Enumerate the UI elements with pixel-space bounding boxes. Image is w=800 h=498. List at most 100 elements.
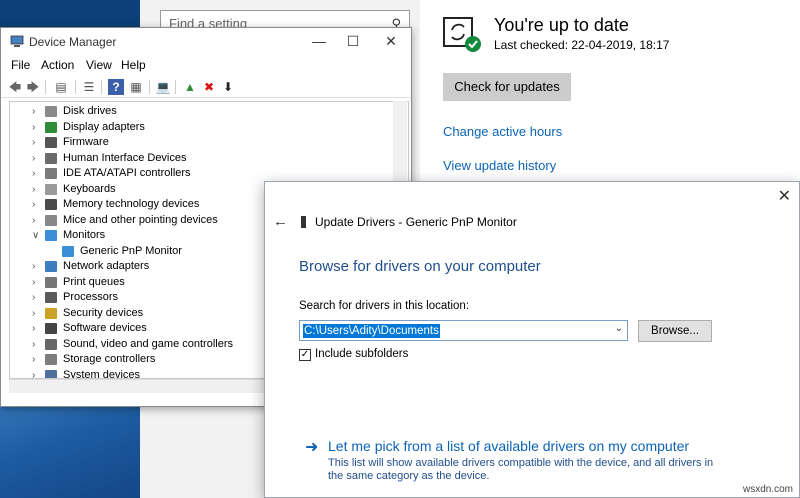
- device-category-icon: [45, 307, 57, 319]
- chevron-right-icon[interactable]: ›: [32, 275, 35, 290]
- dialog-back-icon[interactable]: ←: [273, 213, 288, 230]
- close-button[interactable]: ✕: [373, 28, 409, 56]
- device-category-icon: [62, 245, 74, 257]
- back-icon[interactable]: 🡄: [7, 79, 23, 95]
- chevron-right-icon[interactable]: ›: [32, 166, 35, 181]
- tree-item-label: Memory technology devices: [63, 198, 200, 210]
- pick-from-list-description: This list will show available drivers co…: [328, 457, 714, 482]
- chevron-right-icon[interactable]: ›: [32, 368, 35, 379]
- chevron-down-icon[interactable]: ⌄: [615, 323, 623, 334]
- device-manager-toolbar: 🡄 🡆 ▤ ☰ ? ▦ 💻 ▲ ✖ ⬇: [1, 76, 411, 98]
- toolbar-separator: [101, 80, 102, 94]
- list-view-icon[interactable]: ☰: [81, 79, 97, 95]
- menu-action[interactable]: Action: [41, 58, 74, 72]
- include-subfolders-label[interactable]: Include subfolders: [315, 348, 408, 360]
- device-category-icon: [45, 261, 57, 272]
- chevron-right-icon[interactable]: ›: [32, 321, 35, 336]
- dialog-heading: Browse for drivers on your computer: [299, 258, 541, 275]
- tree-item-label: Generic PnP Monitor: [80, 244, 182, 257]
- watermark-text: wsxdn.com: [742, 484, 793, 495]
- tree-item-label: Sound, video and game controllers: [63, 337, 233, 350]
- search-location-label: Search for drivers in this location:: [299, 300, 470, 312]
- chevron-right-icon[interactable]: ›: [32, 182, 35, 197]
- help-icon[interactable]: ?: [108, 79, 124, 95]
- device-category-icon: [45, 354, 57, 365]
- chevron-right-icon[interactable]: ›: [32, 306, 35, 321]
- browse-button[interactable]: Browse...: [638, 320, 712, 342]
- tree-item-label: Human Interface Devices: [63, 151, 187, 164]
- device-category-icon: [45, 106, 57, 117]
- device-category-icon: [45, 292, 57, 303]
- tree-item-label: Mice and other pointing devices: [63, 213, 218, 226]
- tree-item-label: Monitors: [63, 229, 106, 241]
- device-category-icon: [45, 323, 57, 334]
- arrow-right-icon[interactable]: ➜: [305, 437, 318, 457]
- menu-help[interactable]: Help: [121, 58, 146, 72]
- device-category-icon: [45, 230, 57, 241]
- device-category-icon: [45, 183, 57, 195]
- device-category-icon: [45, 214, 57, 226]
- tree-item-label: Security devices: [63, 306, 144, 319]
- menu-view[interactable]: View: [86, 58, 112, 72]
- tree-item-label: Display adapters: [63, 120, 145, 133]
- toolbar-separator: [75, 80, 76, 94]
- tree-item-label: Software devices: [63, 322, 147, 334]
- chevron-right-icon[interactable]: ›: [32, 290, 35, 305]
- toolbar-separator: [175, 80, 176, 94]
- chevron-right-icon[interactable]: ›: [32, 352, 35, 367]
- chevron-right-icon[interactable]: ›: [32, 151, 35, 166]
- tree-item-label: Keyboards: [63, 182, 116, 195]
- view-update-history-link[interactable]: View update history: [443, 158, 556, 173]
- device-category-icon: [45, 152, 57, 164]
- device-category-icon: [45, 338, 57, 350]
- download-icon[interactable]: ⬇: [220, 79, 236, 95]
- monitor-scan-icon[interactable]: 💻: [155, 79, 171, 95]
- forward-icon[interactable]: 🡆: [25, 79, 41, 95]
- device-manager-icon: [10, 35, 24, 47]
- device-category-icon: [45, 168, 57, 179]
- chevron-right-icon[interactable]: ›: [32, 197, 35, 212]
- check-for-updates-button[interactable]: Check for updates: [443, 73, 571, 101]
- tree-item-label: Print queues: [63, 275, 125, 288]
- device-category-icon: [45, 369, 57, 378]
- dialog-title: Update Drivers - Generic PnP Monitor: [315, 215, 517, 229]
- device-category-icon: [45, 137, 57, 148]
- chevron-down-icon[interactable]: ∨: [32, 228, 39, 243]
- pick-from-list-link[interactable]: Let me pick from a list of available dri…: [328, 438, 689, 454]
- device-icon: [301, 216, 306, 228]
- tree-item-label: Storage controllers: [63, 353, 156, 365]
- device-category-icon: [45, 121, 57, 133]
- tree-item-label: Processors: [63, 291, 119, 303]
- last-checked-text: Last checked: 22-04-2019, 18:17: [494, 38, 670, 52]
- dialog-close-icon[interactable]: ✕: [778, 186, 791, 206]
- driver-path-combobox[interactable]: C:\Users\Adity\Documents ⌄: [299, 320, 628, 341]
- minimize-button[interactable]: —: [301, 28, 337, 56]
- update-drivers-dialog: ✕ ← Update Drivers - Generic PnP Monitor…: [264, 181, 800, 498]
- grid-view-icon[interactable]: ▦: [128, 79, 144, 95]
- chevron-right-icon[interactable]: ›: [32, 104, 35, 119]
- chevron-right-icon[interactable]: ›: [32, 337, 35, 352]
- device-manager-title: Device Manager: [29, 35, 117, 49]
- tree-item-label: System devices: [63, 368, 141, 379]
- update-driver-icon[interactable]: ▲: [182, 79, 198, 95]
- menu-file[interactable]: File: [11, 58, 30, 72]
- chevron-right-icon[interactable]: ›: [32, 120, 35, 135]
- chevron-right-icon[interactable]: ›: [32, 213, 35, 228]
- tree-item-label: Disk drives: [63, 105, 117, 117]
- device-manager-menubar: File Action View Help: [1, 56, 411, 76]
- include-subfolders-checkbox[interactable]: ✓: [299, 349, 311, 361]
- device-category-icon: [45, 276, 57, 288]
- tree-item-label: IDE ATA/ATAPI controllers: [63, 167, 191, 179]
- toolbar-separator: [149, 80, 150, 94]
- maximize-button[interactable]: ☐: [335, 28, 371, 56]
- tree-item-label: Network adapters: [63, 260, 150, 272]
- device-category-icon: [45, 199, 57, 210]
- uninstall-device-icon[interactable]: ✖: [201, 79, 217, 95]
- properties-icon[interactable]: ▤: [53, 79, 69, 95]
- change-active-hours-link[interactable]: Change active hours: [443, 124, 562, 139]
- update-status-title: You're up to date: [494, 15, 629, 35]
- device-manager-titlebar[interactable]: Device Manager — ☐ ✕: [1, 28, 411, 56]
- chevron-right-icon[interactable]: ›: [32, 259, 35, 274]
- chevron-right-icon[interactable]: ›: [32, 135, 35, 150]
- update-status-icon: [443, 17, 481, 52]
